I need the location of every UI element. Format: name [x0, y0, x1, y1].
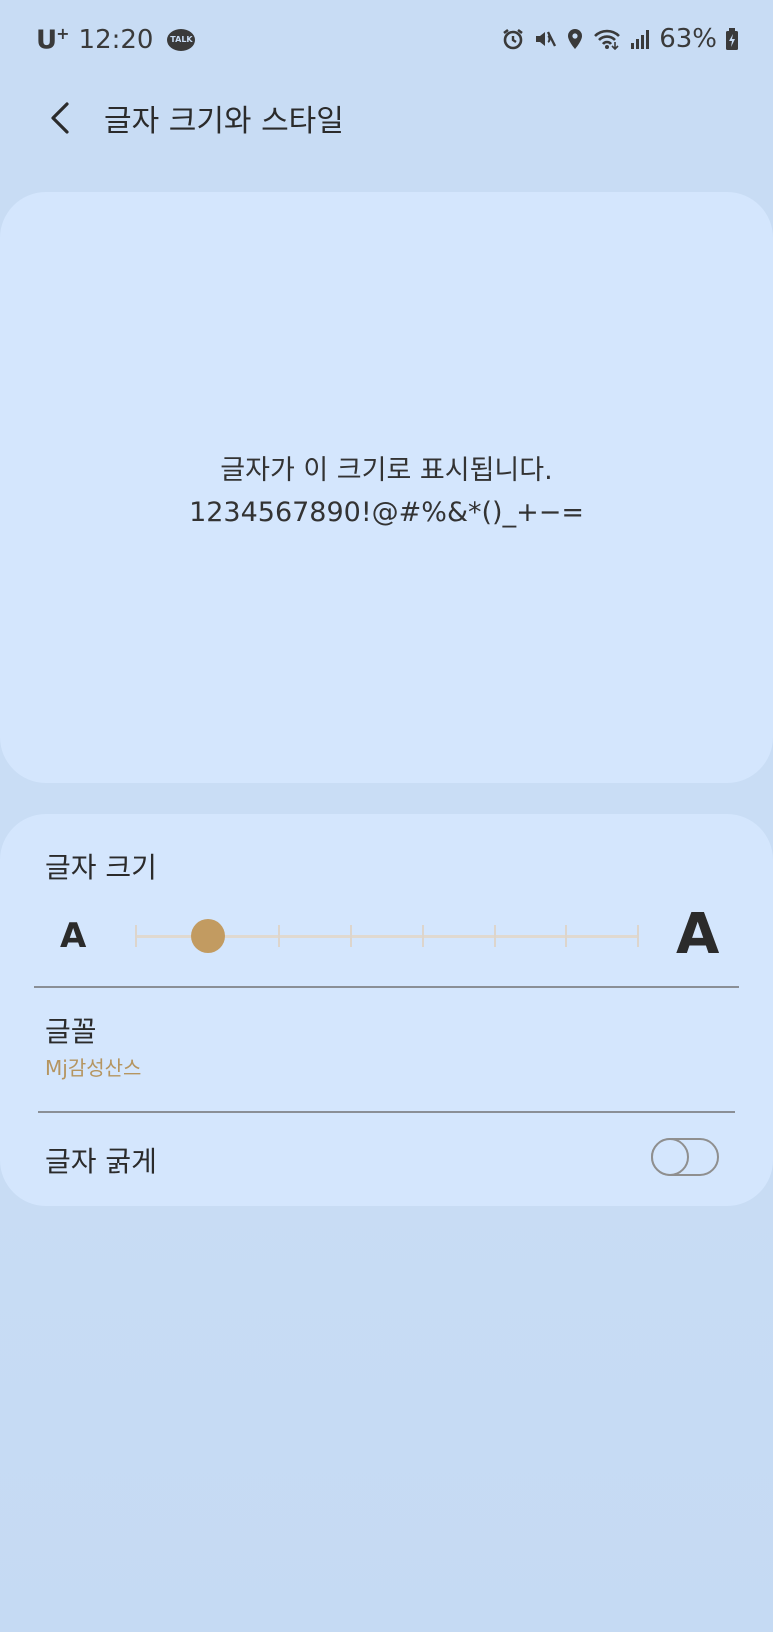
- clock: 12:20: [78, 24, 154, 55]
- back-button[interactable]: [30, 88, 90, 148]
- bold-text-setting-item[interactable]: 글자 굵게: [0, 1114, 773, 1204]
- slider-tick: [278, 925, 281, 947]
- preview-text: 글자가 이 크기로 표시됩니다. 1234567890!@#%&*()_+−=: [0, 450, 773, 534]
- battery-charging-icon: [725, 27, 739, 51]
- preview-line-2: 1234567890!@#%&*()_+−=: [189, 497, 584, 528]
- preview-card: 글자가 이 크기로 표시됩니다. 1234567890!@#%&*()_+−=: [0, 192, 773, 783]
- divider: [38, 1111, 735, 1113]
- app-bar: 글자 크기와 스타일: [0, 88, 773, 148]
- small-a-glyph: A: [60, 916, 87, 956]
- slider-tick: [350, 925, 353, 947]
- font-size-slider-row: A A: [0, 902, 773, 972]
- location-icon: [565, 27, 585, 51]
- status-bar: U+ 12:20 TALK 63%: [0, 0, 773, 80]
- settings-card: 글자 크기 A A 글꼴 Mj감성산스 글자 굵게: [0, 814, 773, 1206]
- status-left: U+ 12:20 TALK: [36, 24, 196, 56]
- signal-icon: [629, 28, 651, 50]
- alarm-icon: [501, 27, 525, 51]
- carrier-label: U+: [36, 24, 70, 56]
- slider-tick: [135, 925, 137, 947]
- font-label: 글꼴: [45, 1015, 97, 1048]
- toggle-knob: [651, 1138, 689, 1176]
- slider-tick: [637, 925, 639, 947]
- battery-percent: 63%: [659, 24, 717, 54]
- large-a-glyph: A: [676, 902, 720, 967]
- kakaotalk-icon: TALK: [167, 28, 196, 51]
- slider-tick: [565, 925, 568, 947]
- chevron-left-icon: [51, 102, 69, 134]
- slider-tick: [421, 925, 424, 947]
- preview-line-1: 글자가 이 크기로 표시됩니다.: [220, 455, 553, 486]
- bold-text-label: 글자 굵게: [45, 1145, 157, 1178]
- page-title: 글자 크기와 스타일: [104, 104, 344, 139]
- slider-thumb[interactable]: [190, 919, 225, 953]
- slider-tick: [493, 925, 496, 947]
- font-value: Mj감성산스: [45, 1056, 142, 1080]
- wifi-icon: [593, 28, 621, 50]
- font-setting-item[interactable]: 글꼴 Mj감성산스: [0, 986, 773, 1096]
- status-right: 63%: [493, 24, 739, 54]
- bold-text-toggle[interactable]: [651, 1138, 719, 1176]
- font-size-slider[interactable]: [135, 919, 639, 953]
- font-size-label: 글자 크기: [45, 851, 157, 884]
- mute-icon: [533, 27, 557, 51]
